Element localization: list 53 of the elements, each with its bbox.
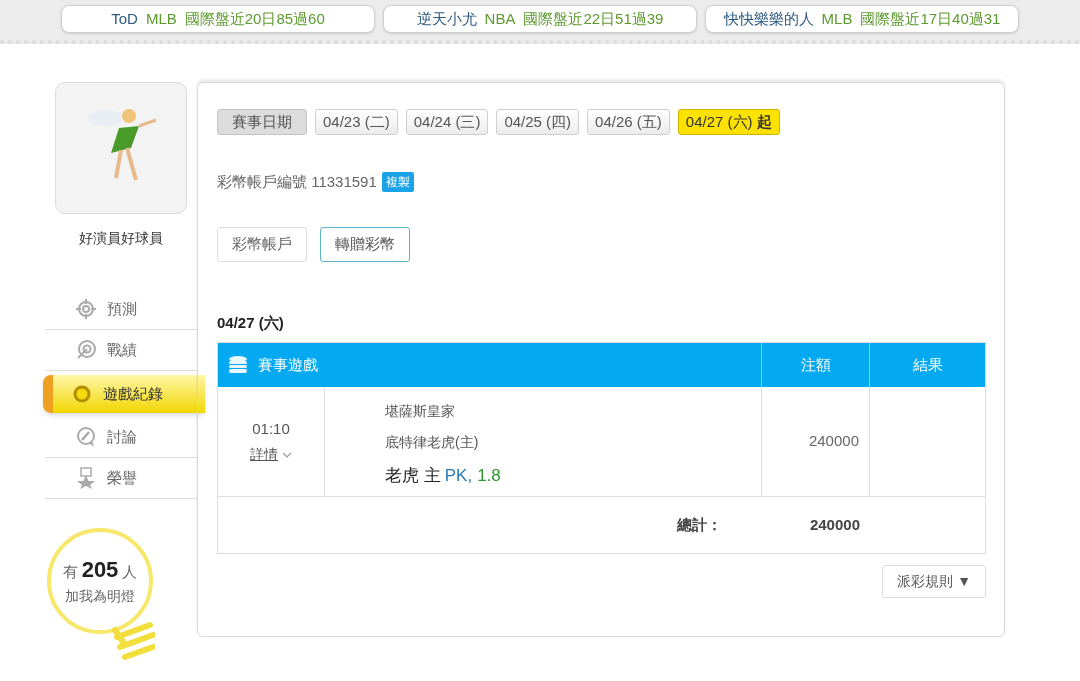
fan-count: 205 [81, 556, 119, 584]
fan-caption: 加我為明燈 [65, 587, 135, 606]
expert-name: ToD [111, 8, 138, 29]
date-tab[interactable]: 04/23 (二) [315, 109, 398, 135]
league-label: MLB [821, 8, 853, 29]
coin-stack-icon [228, 355, 248, 375]
date-tab[interactable]: 04/24 (三) [405, 109, 489, 135]
league-label: MLB [145, 8, 177, 29]
nav-item[interactable]: 榮譽 [45, 458, 197, 499]
nav-item[interactable]: 遊戲紀錄 [43, 375, 205, 413]
account-tab[interactable]: 彩幣帳戶 [217, 226, 307, 262]
odds-text: 1.8 [477, 465, 501, 487]
expert-banner[interactable]: 快快樂樂的人 MLB 國際盤近17日40過31 [705, 5, 1019, 33]
fan-prefix: 有 [62, 562, 78, 582]
total-label: 總計： [677, 514, 722, 535]
total-amount: 240000 [808, 514, 861, 535]
expert-name: 逆天小尤 [416, 8, 477, 29]
match-time: 01:10 [252, 418, 290, 439]
ring-icon [71, 383, 93, 405]
column-header: 賽事遊戲 [258, 354, 318, 375]
target-icon [75, 298, 97, 320]
column-header: 注額 [762, 343, 870, 387]
day-heading: 04/27 (六) [217, 312, 285, 333]
record-text: 國際盤近20日85過60 [184, 8, 325, 29]
league-label: NBA [484, 8, 516, 29]
expert-banner[interactable]: ToD MLB 國際盤近20日85過60 [61, 5, 375, 33]
chat-icon [75, 426, 97, 448]
payout-rules-button[interactable]: 派彩規則 ▼ [882, 565, 986, 598]
handicap-text: PK, [444, 465, 473, 487]
date-tab[interactable]: 04/26 (五) [587, 109, 670, 135]
dartboard-icon [75, 339, 97, 361]
fan-suffix: 人 [122, 562, 138, 582]
date-tab[interactable]: 04/25 (四) [496, 109, 580, 135]
team-name: 底特律老虎(主) [385, 433, 480, 452]
record-text: 國際盤近22日51過39 [523, 8, 664, 29]
profile-name: 好演員好球員 [78, 229, 164, 248]
nav-item[interactable]: 討論 [45, 417, 197, 458]
stake-amount: 240000 [808, 431, 859, 452]
nav-item[interactable]: 戰績 [45, 330, 197, 371]
details-link[interactable]: 詳情 [250, 444, 292, 466]
date-tab[interactable]: 04/27 (六) 起 [677, 109, 780, 135]
nav-item[interactable]: 預測 [45, 289, 197, 330]
pick-text: 老虎 主 [385, 465, 441, 487]
team-name: 堪薩斯皇家 [385, 402, 456, 421]
expert-banner[interactable]: 逆天小尤 NBA 國際盤近22日51過39 [383, 5, 697, 33]
star-medal-icon [75, 467, 97, 489]
date-label: 賽事日期 [217, 109, 307, 135]
account-tab[interactable]: 轉贈彩幣 [320, 226, 410, 262]
account-number: 彩幣帳戶編號 11331591 [217, 172, 377, 192]
expert-name: 快快樂樂的人 [723, 8, 814, 29]
column-header: 結果 [911, 354, 944, 375]
chevron-down-icon [282, 451, 292, 458]
record-text: 國際盤近17日40過31 [860, 8, 1001, 29]
